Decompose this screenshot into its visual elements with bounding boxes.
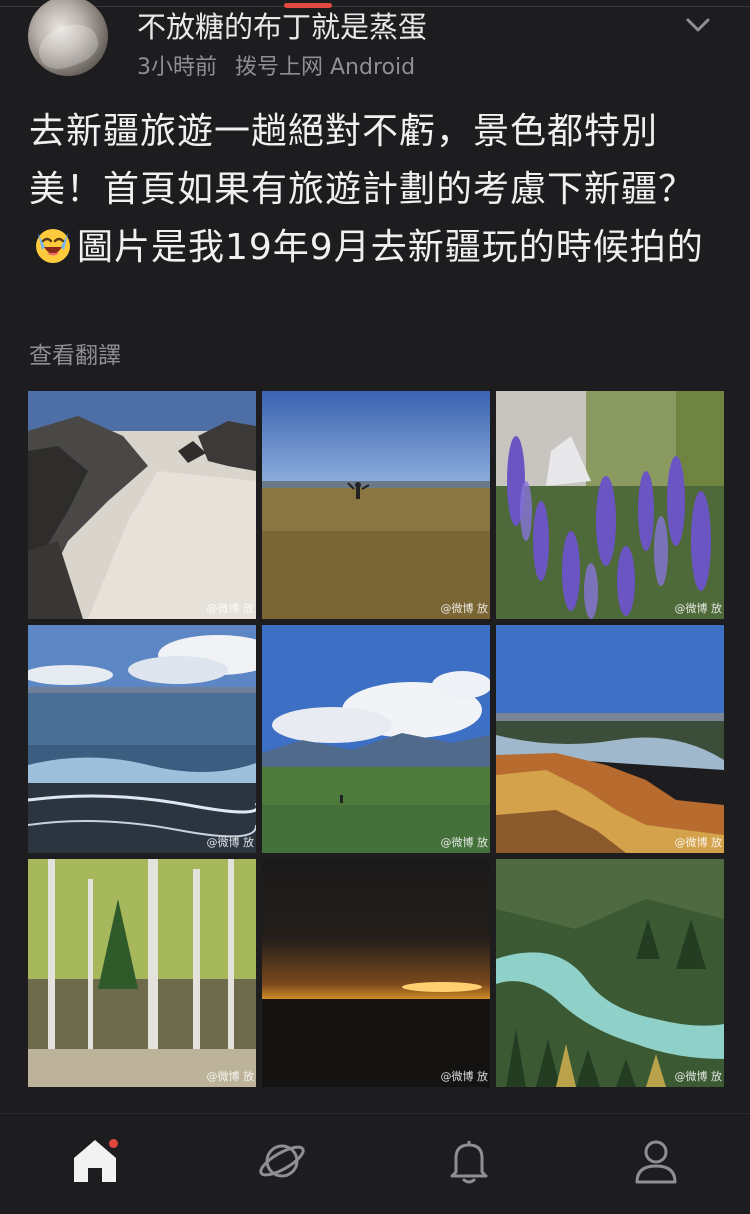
post-meta: 3小時前 拨号上网 Android	[137, 49, 415, 81]
username[interactable]: 不放糖的布丁就是蒸蛋	[137, 4, 427, 46]
photo-meadow-mountains[interactable]: @微博 放	[262, 625, 490, 853]
image-watermark: @微博 放	[674, 836, 723, 849]
photo-birch-forest[interactable]: @微博 放	[28, 859, 256, 1087]
laughing-crying-emoji-icon	[31, 223, 75, 267]
profile-icon[interactable]	[631, 1136, 681, 1186]
image-watermark: @微博 放	[440, 836, 489, 849]
bottom-nav	[0, 1114, 750, 1214]
post-text-part-1: 去新疆旅遊一趟絕對不虧，景色都特別美！首頁如果有旅遊計劃的考慮下新疆？	[29, 111, 696, 210]
post-source: 拨号上网 Android	[235, 55, 416, 80]
translate-link[interactable]: 查看翻譯	[29, 336, 121, 370]
photo-colorful-hills-river[interactable]: @微博 放	[496, 625, 724, 853]
home-icon[interactable]	[70, 1136, 120, 1186]
photo-sand-dune[interactable]: @微博 放	[28, 391, 256, 619]
photo-lavender-flowers[interactable]: @微博 放	[496, 391, 724, 619]
image-watermark: @微博 放	[440, 602, 489, 615]
image-watermark: @微博 放	[206, 602, 255, 615]
image-watermark: @微博 放	[440, 1070, 489, 1083]
image-watermark: @微博 放	[206, 836, 255, 849]
image-watermark: @微博 放	[674, 602, 723, 615]
photo-sunset[interactable]: @微博 放	[262, 859, 490, 1087]
post-time: 3小時前	[137, 55, 217, 80]
notification-dot	[109, 1139, 118, 1148]
post-detail-page: 不放糖的布丁就是蒸蛋 3小時前 拨号上网 Android 去新疆旅遊一趟絕對不虧，…	[0, 0, 750, 1214]
bell-icon[interactable]	[444, 1136, 494, 1186]
planet-icon[interactable]	[257, 1136, 307, 1186]
avatar[interactable]	[28, 0, 108, 76]
image-watermark: @微博 放	[206, 1070, 255, 1083]
chevron-down-icon[interactable]	[680, 10, 716, 40]
photo-grassland-person[interactable]: @微博 放	[262, 391, 490, 619]
post-body: 去新疆旅遊一趟絕對不虧，景色都特別美！首頁如果有旅遊計劃的考慮下新疆？ 圖片是我…	[29, 103, 729, 277]
photo-river-valley-forest[interactable]: @微博 放	[496, 859, 724, 1087]
image-watermark: @微博 放	[674, 1070, 723, 1083]
photo-lake-waves[interactable]: @微博 放	[28, 625, 256, 853]
post-text-part-2: 圖片是我19年9月去新疆玩的時候拍的	[77, 227, 704, 268]
